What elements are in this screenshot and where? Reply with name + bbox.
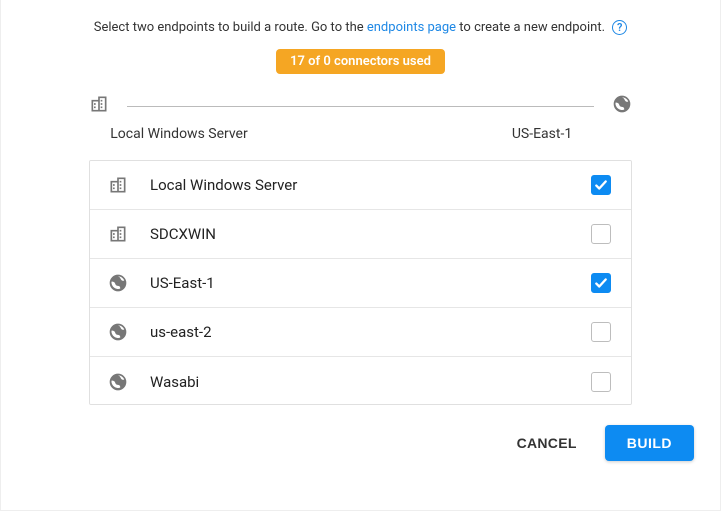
endpoint-name: SDCXWIN xyxy=(150,225,591,243)
globe-icon xyxy=(108,372,128,392)
endpoint-type-icon xyxy=(108,175,150,195)
endpoint-type-icon xyxy=(108,322,150,342)
intro-pre: Select two endpoints to build a route. G… xyxy=(94,20,367,35)
endpoints-list[interactable]: Local Windows Server SDCXWIN US-East-1 us-e… xyxy=(89,160,632,405)
check-icon xyxy=(594,276,608,290)
route-header xyxy=(89,94,632,118)
globe-icon xyxy=(108,273,128,293)
badge-row: 17 of 0 connectors used xyxy=(9,49,712,74)
cancel-button[interactable]: CANCEL xyxy=(507,427,587,459)
route-right-icon-slot xyxy=(612,94,632,118)
list-item[interactable]: Local Windows Server xyxy=(90,161,631,210)
route-right-label: US-East-1 xyxy=(452,126,632,142)
endpoint-checkbox[interactable] xyxy=(591,372,611,392)
endpoint-type-icon xyxy=(108,273,150,293)
building-icon xyxy=(108,175,128,195)
intro-text: Select two endpoints to build a route. G… xyxy=(9,20,712,35)
list-item[interactable]: Wasabi xyxy=(90,357,631,405)
endpoint-type-icon xyxy=(108,224,150,244)
endpoint-checkbox[interactable] xyxy=(591,273,611,293)
connectors-badge: 17 of 0 connectors used xyxy=(276,49,445,74)
building-icon xyxy=(89,94,109,114)
endpoint-name: us-east-2 xyxy=(150,323,591,341)
check-icon xyxy=(594,178,608,192)
route-left-label: Local Windows Server xyxy=(89,126,269,142)
help-icon[interactable]: ? xyxy=(612,20,627,35)
route-left-icon-slot xyxy=(89,94,109,118)
endpoints-page-link[interactable]: endpoints page xyxy=(367,20,456,35)
route-labels: Local Windows Server US-East-1 xyxy=(89,126,632,142)
build-button[interactable]: BUILD xyxy=(605,425,694,461)
list-item[interactable]: SDCXWIN xyxy=(90,210,631,259)
endpoint-name: Local Windows Server xyxy=(150,176,591,194)
globe-icon xyxy=(612,94,632,114)
endpoint-checkbox[interactable] xyxy=(591,322,611,342)
list-item[interactable]: US-East-1 xyxy=(90,259,631,308)
endpoint-name: US-East-1 xyxy=(150,274,591,292)
list-item[interactable]: us-east-2 xyxy=(90,308,631,357)
endpoint-name: Wasabi xyxy=(150,373,591,391)
dialog-actions: CANCEL BUILD xyxy=(9,425,694,461)
building-icon xyxy=(108,224,128,244)
intro-post: to create a new endpoint. xyxy=(456,20,605,35)
route-separator xyxy=(127,106,594,107)
endpoint-checkbox[interactable] xyxy=(591,224,611,244)
dialog-body: Select two endpoints to build a route. G… xyxy=(0,0,721,511)
endpoint-type-icon xyxy=(108,372,150,392)
endpoint-checkbox[interactable] xyxy=(591,175,611,195)
globe-icon xyxy=(108,322,128,342)
